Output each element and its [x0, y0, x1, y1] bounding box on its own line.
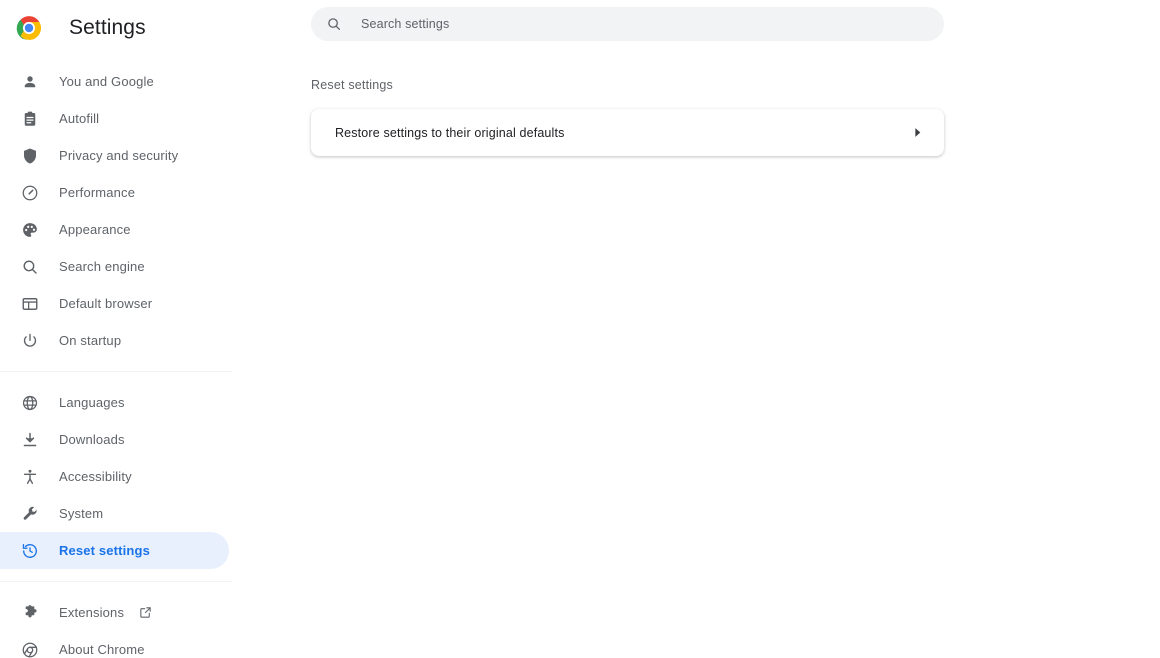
- download-icon: [20, 430, 40, 450]
- clipboard-icon: [20, 109, 40, 129]
- chevron-right-icon[interactable]: [912, 127, 922, 139]
- settings-page: Settings You and Google Autofill Privacy…: [0, 0, 1160, 658]
- search-input[interactable]: [359, 16, 879, 32]
- sidebar-item-label: Accessibility: [59, 469, 132, 484]
- search-icon: [20, 257, 40, 277]
- palette-icon: [20, 220, 40, 240]
- sidebar-item-label: Reset settings: [59, 543, 150, 558]
- search-bar[interactable]: [311, 7, 944, 41]
- sidebar-item-label: Extensions: [59, 605, 125, 620]
- brand-header: Settings: [0, 0, 240, 56]
- sidebar-item-reset-settings[interactable]: Reset settings: [0, 532, 229, 569]
- sidebar-item-label: Languages: [59, 395, 125, 410]
- speedometer-icon: [20, 183, 40, 203]
- sidebar-item-languages[interactable]: Languages: [0, 384, 240, 421]
- sidebar-divider: [0, 581, 232, 582]
- restore-defaults-label: Restore settings to their original defau…: [335, 125, 565, 140]
- open-in-new-icon[interactable]: [138, 606, 152, 620]
- sidebar-item-label: Performance: [59, 185, 136, 200]
- sidebar-group-secondary: Languages Downloads Accessibility System…: [0, 384, 240, 569]
- sidebar-group-primary: You and Google Autofill Privacy and secu…: [0, 63, 240, 359]
- sidebar-item-about-chrome[interactable]: About Chrome: [0, 631, 240, 658]
- search-icon: [325, 16, 342, 33]
- section-title-reset-settings: Reset settings: [311, 78, 394, 92]
- sidebar-item-search-engine[interactable]: Search engine: [0, 248, 240, 285]
- sidebar-item-label: Autofill: [59, 111, 100, 126]
- shield-icon: [20, 146, 40, 166]
- main-content: Reset settings Restore settings to their…: [240, 0, 1160, 658]
- restore-clock-icon: [20, 541, 40, 561]
- sidebar-item-performance[interactable]: Performance: [0, 174, 240, 211]
- wrench-icon: [20, 504, 40, 524]
- browser-window-icon: [20, 294, 40, 314]
- sidebar: Settings You and Google Autofill Privacy…: [0, 0, 240, 658]
- accessibility-icon: [20, 467, 40, 487]
- sidebar-item-label: About Chrome: [59, 642, 145, 657]
- sidebar-item-default-browser[interactable]: Default browser: [0, 285, 240, 322]
- sidebar-item-extensions[interactable]: Extensions: [0, 594, 240, 631]
- sidebar-group-footer: Extensions About Chrome: [0, 594, 240, 658]
- sidebar-item-appearance[interactable]: Appearance: [0, 211, 240, 248]
- puzzle-icon: [20, 603, 40, 623]
- sidebar-item-autofill[interactable]: Autofill: [0, 100, 240, 137]
- sidebar-item-accessibility[interactable]: Accessibility: [0, 458, 240, 495]
- globe-icon: [20, 393, 40, 413]
- chrome-outline-icon: [20, 640, 40, 658]
- sidebar-item-label: Downloads: [59, 432, 125, 447]
- sidebar-item-label: On startup: [59, 333, 122, 348]
- sidebar-item-label: You and Google: [59, 74, 154, 89]
- sidebar-item-you-and-google[interactable]: You and Google: [0, 63, 240, 100]
- restore-defaults-row[interactable]: Restore settings to their original defau…: [311, 109, 944, 156]
- sidebar-item-system[interactable]: System: [0, 495, 240, 532]
- sidebar-item-label: Appearance: [59, 222, 131, 237]
- sidebar-item-on-startup[interactable]: On startup: [0, 322, 240, 359]
- sidebar-item-label: Default browser: [59, 296, 153, 311]
- sidebar-divider: [0, 371, 232, 372]
- power-icon: [20, 331, 40, 351]
- sidebar-item-downloads[interactable]: Downloads: [0, 421, 240, 458]
- page-title: Settings: [69, 16, 146, 39]
- sidebar-item-label: Privacy and security: [59, 148, 179, 163]
- person-icon: [20, 72, 40, 92]
- sidebar-item-privacy-and-security[interactable]: Privacy and security: [0, 137, 240, 174]
- chrome-logo-icon: [16, 15, 42, 41]
- sidebar-item-label: System: [59, 506, 104, 521]
- sidebar-item-label: Search engine: [59, 259, 145, 274]
